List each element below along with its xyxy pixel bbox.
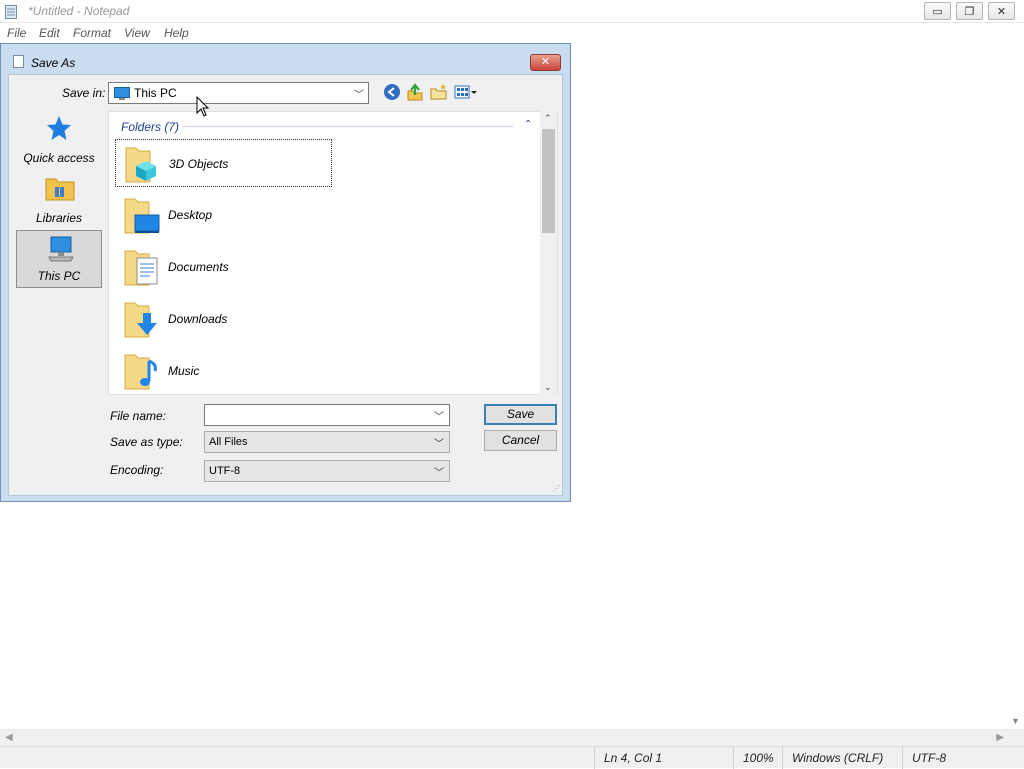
editor-vertical-scrollbar[interactable]: ▼ [1007,43,1024,729]
place-quick-access[interactable]: Quick access [16,111,102,169]
status-bar: Ln 4, Col 1 100% Windows (CRLF) UTF-8 [0,746,1024,769]
save-as-type-label: Save as type: [110,435,183,449]
folder-list[interactable]: Folders (7) ⌃ 3D Objects Desktop Documen… [108,111,558,395]
chevron-down-icon: ﹀ [434,468,444,479]
back-icon[interactable] [383,83,401,101]
list-item-documents[interactable]: Documents [115,243,332,291]
this-pc-icon [48,236,74,262]
dialog-titlebar[interactable]: Save As ✕ [1,44,570,74]
save-as-dialog: Save As ✕ Save in: This PC ﹀ Quick acces… [0,43,571,502]
chevron-down-icon: ﹀ [354,90,364,101]
star-icon [47,116,71,140]
status-encoding: UTF-8 [902,747,1024,769]
mouse-cursor-icon [196,96,210,117]
encoding-dropdown[interactable]: UTF-8 ﹀ [204,460,450,482]
minimize-icon: ▭ [932,5,943,18]
downloads-folder-icon [124,302,157,338]
save-button-label: Save [506,407,535,421]
status-cursor-position: Ln 4, Col 1 [594,747,734,769]
place-this-pc[interactable]: This PC [16,230,102,288]
chevron-down-icon[interactable]: ﹀ [434,408,444,423]
save-as-type-dropdown[interactable]: All Files ﹀ [204,431,450,453]
place-libraries[interactable]: Libraries [16,171,102,229]
encoding-label: Encoding: [110,463,164,477]
notepad-app-icon [5,5,17,19]
menu-edit[interactable]: Edit [39,26,60,40]
3d-objects-folder-icon [125,147,156,183]
save-in-label: Save in: [62,86,106,100]
close-button[interactable]: ✕ [988,2,1015,20]
view-menu-icon[interactable] [454,83,478,101]
dialog-document-icon [13,55,24,68]
dialog-close-button[interactable]: ✕ [530,54,561,71]
documents-folder-icon [124,250,158,286]
scroll-right-icon[interactable]: ▶ [996,732,1004,743]
group-header-folders[interactable]: Folders (7) [121,120,179,134]
list-item-3d-objects[interactable]: 3D Objects [115,139,332,187]
file-name-input[interactable]: ﹀ [204,404,450,426]
save-in-value: This PC [134,86,177,100]
chevron-down-icon: ﹀ [434,439,444,450]
places-bar: Quick access Libraries This PC [16,111,103,351]
notepad-titlebar: *Untitled - Notepad ▭ ❐ ✕ [0,0,1024,23]
save-as-type-value: All Files [209,436,248,448]
encoding-value: UTF-8 [209,465,241,477]
menu-format[interactable]: Format [73,26,111,40]
folder-name: Music [168,364,200,378]
save-in-dropdown[interactable]: This PC ﹀ [108,82,369,104]
file-name-label: File name: [110,409,167,423]
folder-name: Downloads [168,312,228,326]
menu-view[interactable]: View [124,26,150,40]
group-divider [183,126,513,127]
menu-bar: File Edit Format View Help [0,23,1024,43]
list-item-downloads[interactable]: Downloads [115,295,332,343]
restore-icon: ❐ [964,5,975,18]
dialog-client-area: Save in: This PC ﹀ Quick access Librarie… [8,74,563,496]
music-folder-icon [124,354,157,390]
scroll-down-icon[interactable]: ⌄ [544,382,552,393]
resize-grip-icon[interactable]: ⋰ [552,484,560,493]
desktop-folder-icon [124,198,160,234]
scroll-up-icon[interactable]: ⌃ [544,113,552,124]
place-label: This PC [37,269,81,283]
libraries-icon [45,178,75,201]
scroll-left-icon[interactable]: ◀ [5,732,13,743]
status-line-ending: Windows (CRLF) [782,747,902,769]
list-item-desktop[interactable]: Desktop [115,191,332,239]
folder-name: 3D Objects [169,157,229,171]
restore-button[interactable]: ❐ [956,2,983,20]
place-label: Libraries [35,211,83,225]
up-one-level-icon[interactable] [406,83,424,101]
list-item-music[interactable]: Music [115,347,332,394]
minimize-button[interactable]: ▭ [924,2,951,20]
new-folder-icon[interactable] [430,83,448,101]
collapse-group-icon[interactable]: ⌃ [524,119,532,130]
cancel-button-label: Cancel [501,433,540,447]
close-icon: ✕ [540,56,551,68]
folder-name: Desktop [168,208,213,222]
place-label: Quick access [23,151,95,165]
folder-name: Documents [168,260,229,274]
computer-icon [114,87,130,100]
scroll-down-icon[interactable]: ▼ [1011,716,1020,726]
save-button[interactable]: Save [484,404,557,425]
menu-help[interactable]: Help [164,26,189,40]
notepad-window-title: *Untitled - Notepad [28,4,130,18]
close-icon: ✕ [996,5,1007,18]
folder-list-scrollbar[interactable]: ⌃ ⌄ [540,111,557,395]
dialog-title: Save As [31,56,76,70]
cancel-button[interactable]: Cancel [484,430,557,451]
status-zoom: 100% [733,747,783,769]
scrollbar-thumb[interactable] [542,129,555,233]
editor-horizontal-scrollbar[interactable]: ◀ ▶ [0,729,1024,746]
menu-file[interactable]: File [7,26,26,40]
